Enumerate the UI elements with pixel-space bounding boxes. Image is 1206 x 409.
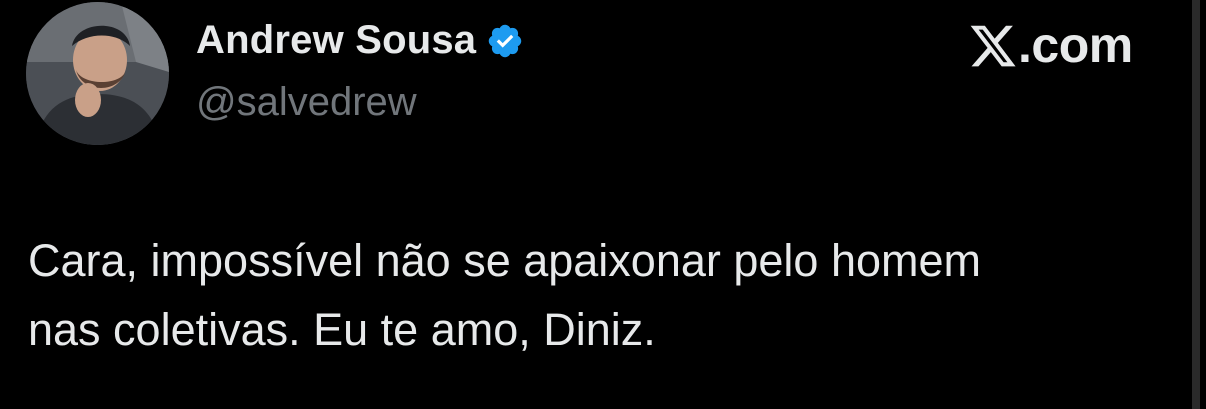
avatar[interactable] — [26, 2, 169, 145]
tweet-line: Cara, impossível não se apaixonar pelo h… — [28, 235, 981, 286]
tweet-text: Cara, impossível não se apaixonar pelo h… — [28, 226, 1178, 364]
window-edge — [1192, 0, 1200, 409]
tweet-line: nas coletivas. Eu te amo, Diniz. — [28, 304, 656, 355]
avatar-image — [26, 2, 169, 145]
x-com-suffix: .com — [1018, 17, 1133, 73]
x-logo-icon — [970, 25, 1016, 67]
x-com-brand: .com — [968, 16, 1133, 74]
author-display-name[interactable]: Andrew Sousa — [196, 18, 476, 63]
author-handle[interactable]: @salvedrew — [196, 80, 417, 125]
verified-badge-icon — [489, 24, 522, 57]
author-name-row: Andrew Sousa — [196, 18, 524, 63]
